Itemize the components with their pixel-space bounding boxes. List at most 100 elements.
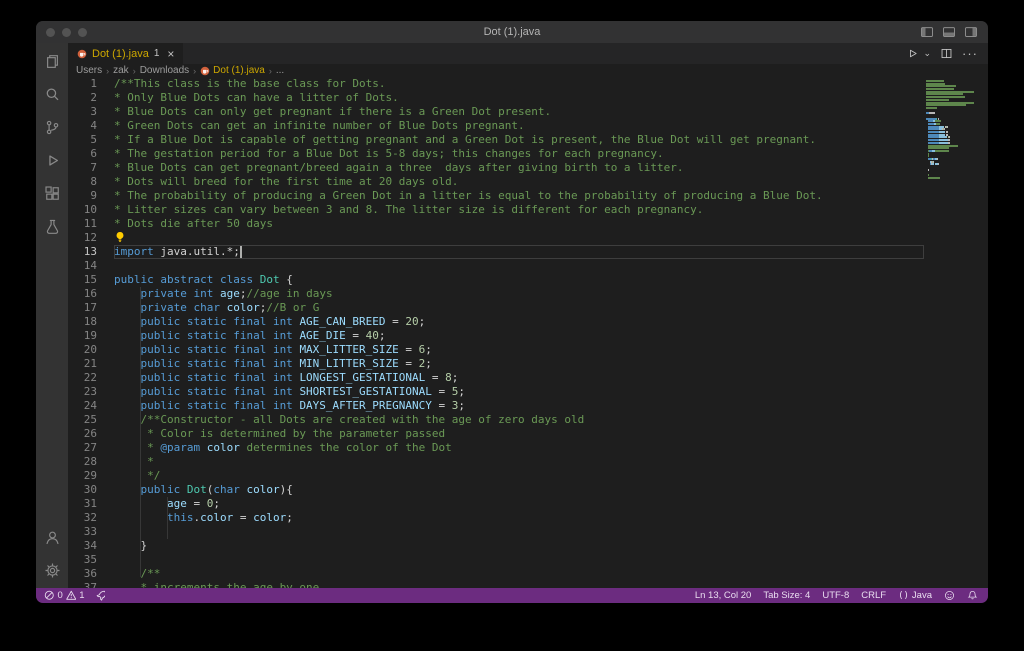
line-content[interactable]: private char color;//B or G xyxy=(114,301,924,315)
line-content[interactable]: this.color = color; xyxy=(114,511,924,525)
code-line[interactable]: 31 age = 0; xyxy=(68,497,924,511)
close-window-button[interactable] xyxy=(46,27,55,37)
search-icon[interactable] xyxy=(42,84,62,104)
line-content[interactable]: public static final int AGE_DIE = 40; xyxy=(114,329,924,343)
tab-dot-java[interactable]: Dot (1).java 1 × xyxy=(68,43,184,64)
titlebar[interactable]: Dot (1).java xyxy=(36,21,988,43)
minimize-window-button[interactable] xyxy=(62,27,71,37)
run-java-button[interactable] xyxy=(906,47,919,60)
code-line[interactable]: 22 public static final int LONGEST_GESTA… xyxy=(68,371,924,385)
code-line[interactable]: 20 public static final int MAX_LITTER_SI… xyxy=(68,343,924,357)
line-content[interactable]: /**This class is the base class for Dots… xyxy=(114,77,924,91)
line-content[interactable]: * Color is determined by the parameter p… xyxy=(114,427,924,441)
code-line[interactable]: 9 * The probability of producing a Green … xyxy=(68,189,924,203)
code-line[interactable]: 5 * If a Blue Dot is capable of getting p… xyxy=(68,133,924,147)
line-content[interactable]: public abstract class Dot { xyxy=(114,273,924,287)
line-content[interactable]: private int age;//age in days xyxy=(114,287,924,301)
code-line[interactable]: 14 xyxy=(68,259,924,273)
eol-indicator[interactable]: CRLF xyxy=(861,590,886,601)
code-line[interactable]: 24 public static final int DAYS_AFTER_PR… xyxy=(68,399,924,413)
code-line[interactable]: 18 public static final int AGE_CAN_BREED… xyxy=(68,315,924,329)
breadcrumb-item[interactable]: ... xyxy=(276,65,284,76)
zoom-window-button[interactable] xyxy=(78,27,87,37)
code-line[interactable]: 4 * Green Dots can get an infinite number… xyxy=(68,119,924,133)
code-line[interactable]: 19 public static final int AGE_DIE = 40; xyxy=(68,329,924,343)
code-line[interactable]: 1 /**This class is the base class for Dot… xyxy=(68,77,924,91)
line-content[interactable]: * The probability of producing a Green D… xyxy=(114,189,924,203)
code-line[interactable]: 23 public static final int SHORTEST_GEST… xyxy=(68,385,924,399)
breadcrumb-item[interactable]: Dot (1).java xyxy=(200,65,265,76)
code-line[interactable]: 16 private int age;//age in days xyxy=(68,287,924,301)
code-line[interactable]: 26 * Color is determined by the paramete… xyxy=(68,427,924,441)
settings-gear-icon[interactable] xyxy=(42,560,62,580)
code-line[interactable]: 35 xyxy=(68,553,924,567)
line-content[interactable]: /**Constructor - all Dots are created wi… xyxy=(114,413,924,427)
code-line[interactable]: 30 public Dot(char color){ xyxy=(68,483,924,497)
line-content[interactable]: age = 0; xyxy=(114,497,924,511)
line-content[interactable]: /** xyxy=(114,567,924,581)
code-line[interactable]: 29 */ xyxy=(68,469,924,483)
tab-close-icon[interactable]: × xyxy=(167,48,174,60)
tab-size-indicator[interactable]: Tab Size: 4 xyxy=(763,590,810,601)
line-content[interactable]: * The gestation period for a Blue Dot is… xyxy=(114,147,924,161)
editor-scrollbar[interactable] xyxy=(980,77,988,588)
notifications-bell-icon[interactable] xyxy=(967,590,978,601)
code-line[interactable]: 7 * Blue Dots can get pregnant/breed agai… xyxy=(68,161,924,175)
toggle-sidebar-icon[interactable] xyxy=(920,25,934,39)
code-line[interactable]: 12 xyxy=(68,231,924,245)
breadcrumb-item[interactable]: Downloads xyxy=(140,65,189,76)
cursor-position[interactable]: Ln 13, Col 20 xyxy=(695,590,752,601)
minimap[interactable] xyxy=(924,77,980,588)
line-content[interactable]: * Green Dots can get an infinite number … xyxy=(114,119,924,133)
code-line[interactable]: 37 * increments the age by one xyxy=(68,581,924,588)
line-content[interactable]: public static final int DAYS_AFTER_PREGN… xyxy=(114,399,924,413)
feedback-smiley-icon[interactable] xyxy=(944,590,955,601)
testing-icon[interactable] xyxy=(42,216,62,236)
run-dropdown-chevron-icon[interactable]: ⌄ xyxy=(923,48,931,59)
line-content[interactable]: * Dots die after 50 days xyxy=(114,217,924,231)
explorer-icon[interactable] xyxy=(42,51,62,71)
code-line[interactable]: 15 public abstract class Dot { xyxy=(68,273,924,287)
line-content[interactable]: * @param color determines the color of t… xyxy=(114,441,924,455)
line-content[interactable]: public Dot(char color){ xyxy=(114,483,924,497)
code-line[interactable]: 8 * Dots will breed for the first time at… xyxy=(68,175,924,189)
line-content[interactable]: public static final int SHORTEST_GESTATI… xyxy=(114,385,924,399)
line-content[interactable] xyxy=(114,259,924,273)
line-content[interactable]: * If a Blue Dot is capable of getting pr… xyxy=(114,133,924,147)
line-content[interactable]: * Litter sizes can vary between 3 and 8.… xyxy=(114,203,924,217)
run-debug-icon[interactable] xyxy=(42,150,62,170)
code-line[interactable]: 27 * @param color determines the color o… xyxy=(68,441,924,455)
code-line[interactable]: 2 * Only Blue Dots can have a litter of D… xyxy=(68,91,924,105)
line-content[interactable]: * Only Blue Dots can have a litter of Do… xyxy=(114,91,924,105)
line-content[interactable]: } xyxy=(114,539,924,553)
line-content[interactable]: public static final int MAX_LITTER_SIZE … xyxy=(114,343,924,357)
code-line[interactable]: 25 /**Constructor - all Dots are created… xyxy=(68,413,924,427)
code-line[interactable]: 36 /** xyxy=(68,567,924,581)
code-line[interactable]: 33 xyxy=(68,525,924,539)
line-content[interactable] xyxy=(114,231,924,245)
code-line[interactable]: 28 * xyxy=(68,455,924,469)
line-content[interactable] xyxy=(114,553,924,567)
line-content[interactable]: * xyxy=(114,455,924,469)
line-content[interactable]: * Dots will breed for the first time at … xyxy=(114,175,924,189)
source-control-icon[interactable] xyxy=(42,117,62,137)
line-content[interactable]: public static final int LONGEST_GESTATIO… xyxy=(114,371,924,385)
code-line[interactable]: 3 * Blue Dots can only get pregnant if th… xyxy=(68,105,924,119)
breadcrumb-item[interactable]: Users xyxy=(76,65,102,76)
code-line[interactable]: 21 public static final int MIN_LITTER_SI… xyxy=(68,357,924,371)
line-content[interactable]: public static final int MIN_LITTER_SIZE … xyxy=(114,357,924,371)
code-line[interactable]: 17 private char color;//B or G xyxy=(68,301,924,315)
accounts-icon[interactable] xyxy=(42,527,62,547)
line-content[interactable] xyxy=(114,525,924,539)
line-content[interactable]: * increments the age by one xyxy=(114,581,924,588)
line-content[interactable]: * Blue Dots can get pregnant/breed again… xyxy=(114,161,924,175)
language-indicator[interactable]: () Java xyxy=(898,590,932,601)
code-line[interactable]: 34 } xyxy=(68,539,924,553)
code-line[interactable]: 10 * Litter sizes can vary between 3 and … xyxy=(68,203,924,217)
java-lightweight-rocket-icon[interactable] xyxy=(95,590,106,601)
toggle-secondary-sidebar-icon[interactable] xyxy=(964,25,978,39)
code-line[interactable]: 6 * The gestation period for a Blue Dot i… xyxy=(68,147,924,161)
line-content[interactable]: */ xyxy=(114,469,924,483)
encoding-indicator[interactable]: UTF-8 xyxy=(822,590,849,601)
code-action-lightbulb-icon[interactable] xyxy=(114,231,126,243)
